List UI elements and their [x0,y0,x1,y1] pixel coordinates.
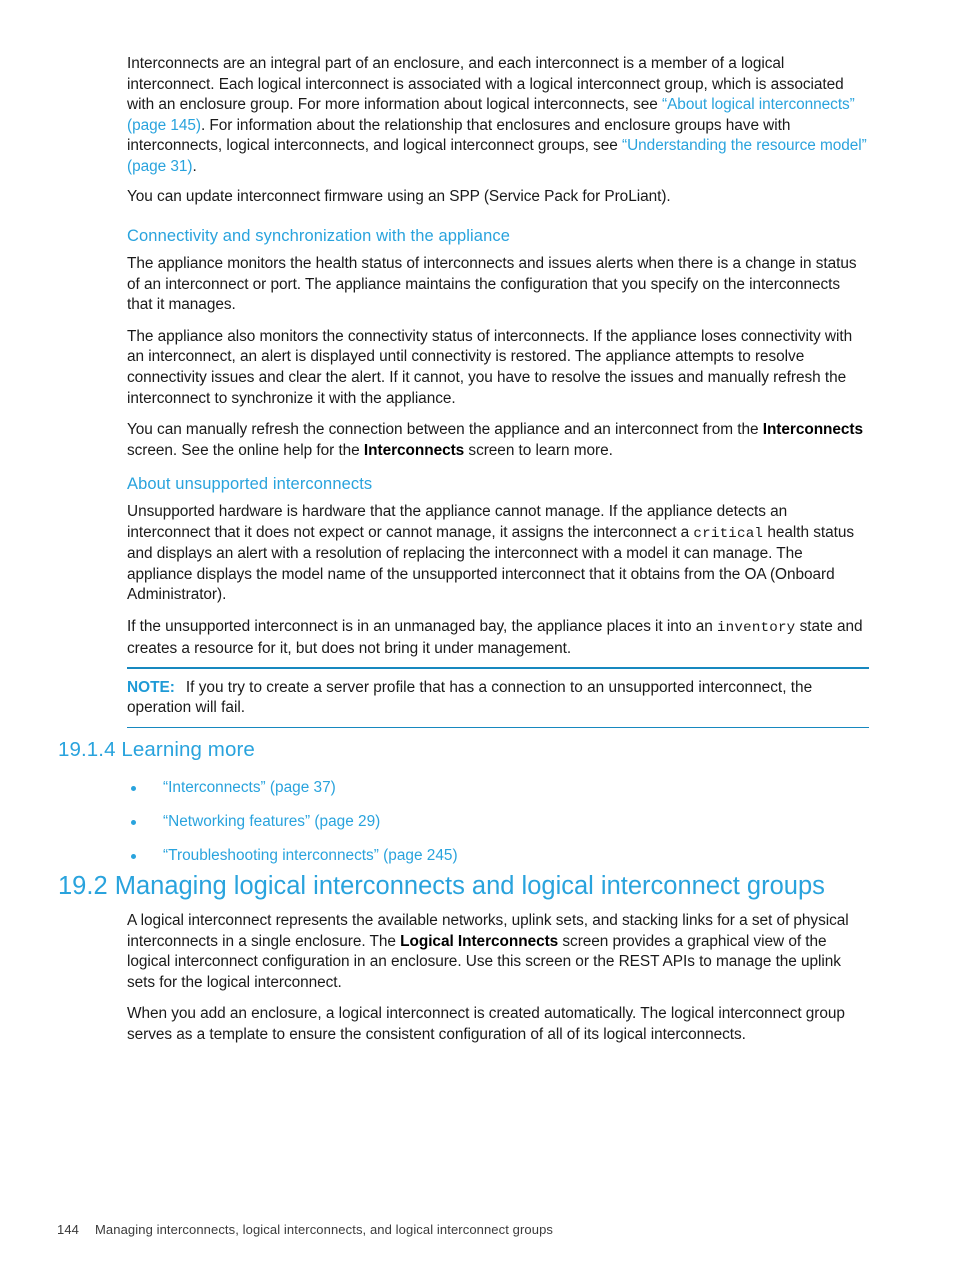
heading-19-1-4-learning-more: 19.1.4 Learning more [58,738,255,761]
note-content: NOTE: If you try to create a server profi… [127,669,869,727]
heading-19-2-managing-logical-interconnects: 19.2 Managing logical interconnects and … [58,872,825,900]
page-number: 144 [57,1222,79,1237]
connectivity-p3-text-b: screen. See the online help for the [127,441,364,459]
unsupported-p1-text-a: Unsupported hardware is hardware that th… [127,503,788,541]
list-item[interactable]: “Interconnects” (page 37) [127,778,867,798]
note-text: If you try to create a server profile th… [127,678,813,717]
bullet-icon [131,820,136,825]
section-19-2-block: A logical interconnect represents the av… [127,911,869,1055]
note-admonition: NOTE: If you try to create a server profi… [127,667,869,729]
heading-about-unsupported-interconnects: About unsupported interconnects [127,475,373,493]
section-19-2-paragraph-1: A logical interconnect represents the av… [127,911,869,993]
link-troubleshooting-interconnects[interactable]: “Troubleshooting interconnects” (page 24… [163,847,458,864]
list-item[interactable]: “Troubleshooting interconnects” (page 24… [127,846,867,866]
link-interconnects[interactable]: “Interconnects” (page 37) [163,779,336,796]
note-bottom-rule [127,726,869,729]
connectivity-p3-text-a: You can manually refresh the connection … [127,421,763,439]
unsupported-paragraph-1: Unsupported hardware is hardware that th… [127,502,869,606]
heading-connectivity: Connectivity and synchronization with th… [127,227,510,245]
footer-chapter-title: Managing interconnects, logical intercon… [95,1222,554,1237]
logical-interconnects-screen-label: Logical Interconnects [400,932,559,950]
bullet-icon [131,786,136,791]
intro-paragraph-1: Interconnects are an integral part of an… [127,54,869,178]
unsupported-block: About unsupported interconnects Unsuppor… [127,475,869,668]
page-footer: 144 Managing interconnects, logical inter… [57,1222,553,1237]
learning-more-list-wrap: “Interconnects” (page 37) “Networking fe… [127,778,867,880]
connectivity-paragraph-2: The appliance also monitors the connecti… [127,327,853,407]
intro-block: Interconnects are an integral part of an… [127,54,869,216]
connectivity-p3-text-c: screen to learn more. [464,441,613,459]
interconnects-screen-label-1: Interconnects [762,421,864,439]
bullet-icon [131,854,136,859]
section-19-2-heading-wrap: 19.2 Managing logical interconnects and … [58,872,938,901]
unsupported-paragraph-2: If the unsupported interconnect is in an… [127,617,869,659]
interconnects-screen-label-2: Interconnects [363,441,465,459]
connectivity-paragraph-3: You can manually refresh the connection … [127,420,869,461]
intro-p1-text-c: . [192,157,197,175]
learning-more-list: “Interconnects” (page 37) “Networking fe… [127,778,867,866]
unsupported-p2-text-a: If the unsupported interconnect is in an… [127,617,717,635]
link-networking-features[interactable]: “Networking features” (page 29) [163,813,380,830]
document-page: Interconnects are an integral part of an… [0,0,954,1271]
learning-more-block: 19.1.4 Learning more [58,738,868,762]
code-critical: critical [693,525,764,542]
list-item[interactable]: “Networking features” (page 29) [127,812,867,832]
connectivity-block: Connectivity and synchronization with th… [127,227,869,470]
section-19-2-paragraph-2: When you add an enclosure, a logical int… [127,1005,845,1043]
connectivity-paragraph-1: The appliance monitors the health status… [127,255,857,314]
intro-paragraph-2: You can update interconnect firmware usi… [127,187,671,205]
note-label: NOTE: [127,678,175,696]
code-inventory: inventory [716,619,796,636]
